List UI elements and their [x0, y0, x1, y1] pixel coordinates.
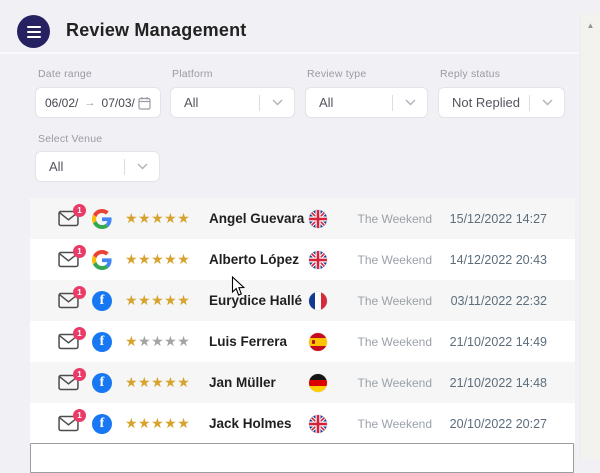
app-header: Review Management	[0, 0, 578, 54]
vertical-scrollbar[interactable]: ▲	[580, 14, 600, 459]
reviewer-name: Eurydice Hallé	[209, 293, 303, 308]
chevron-down-icon	[530, 99, 564, 106]
google-icon	[92, 249, 112, 270]
venue-label: The Weekend	[357, 375, 433, 390]
platform-label: Platform	[172, 68, 213, 80]
review-type-value: All	[319, 95, 334, 110]
star-rating: ★★★★★	[125, 374, 191, 390]
united-kingdom-flag	[309, 414, 327, 433]
reviewer-name: Angel Guevara	[209, 211, 305, 226]
reviewer-name: Jack Holmes	[209, 416, 292, 431]
unread-envelope-icon[interactable]: 1	[58, 367, 86, 392]
date-range-start: 06/02/	[45, 95, 79, 110]
reviewer-name: Alberto López	[209, 252, 299, 267]
venue-label: The Weekend	[357, 252, 433, 267]
reply-status-select[interactable]: Not Replied	[438, 87, 565, 118]
platform-icon-slot: f	[92, 413, 112, 434]
france-flag	[309, 291, 327, 310]
review-row[interactable]: 1 f ★★★★★ Eurydice Hallé The Weekend 03/…	[30, 280, 575, 321]
platform-value: All	[184, 95, 199, 110]
platform-select[interactable]: All	[170, 87, 295, 118]
venue-label: The Weekend	[357, 211, 433, 226]
venue-select[interactable]: All	[35, 151, 160, 182]
star-rating: ★★★★★	[125, 333, 191, 349]
star-rating: ★★★★★	[125, 251, 191, 267]
platform-icon-slot: f	[92, 290, 112, 311]
venue-label: The Weekend	[357, 293, 433, 308]
date-range-field[interactable]: 06/02/ → 07/03/	[35, 87, 161, 118]
unread-badge: 1	[73, 203, 86, 217]
star-rating: ★★★★★	[125, 292, 191, 308]
unread-envelope-icon[interactable]: 1	[58, 326, 86, 351]
chevron-down-icon	[260, 99, 294, 106]
venue-value: All	[49, 159, 64, 174]
review-row[interactable]: 1 f ★★★★★ Jan Müller The Weekend 21/10/2…	[30, 362, 575, 403]
unread-envelope-icon[interactable]: 1	[58, 203, 86, 228]
venue-label: The Weekend	[357, 416, 433, 431]
unread-envelope-icon[interactable]: 1	[58, 408, 86, 433]
chevron-down-icon	[125, 163, 159, 170]
review-date: 14/12/2022 20:43	[449, 252, 547, 267]
unread-envelope-icon[interactable]: 1	[58, 285, 86, 310]
unread-badge: 1	[73, 408, 86, 422]
next-panel-box	[30, 443, 574, 473]
reviewer-name: Jan Müller	[209, 375, 276, 390]
unread-badge: 1	[73, 244, 86, 258]
page-title: Review Management	[66, 20, 247, 40]
unread-envelope-icon[interactable]: 1	[58, 244, 86, 269]
venue-label: The Weekend	[357, 334, 433, 349]
review-list: 1 ★★★★★ Angel Guevara The Weekend 15/12/…	[30, 198, 575, 444]
platform-icon-slot: f	[92, 331, 112, 352]
platform-icon-slot	[92, 249, 112, 270]
unread-badge: 1	[73, 367, 86, 381]
unread-badge: 1	[73, 285, 86, 299]
scroll-up-arrow-icon[interactable]: ▲	[587, 21, 595, 459]
facebook-icon: f	[92, 290, 112, 311]
review-row[interactable]: 1 f ★★★★★ Jack Holmes The Weekend 20/10/…	[30, 403, 575, 444]
platform-icon-slot	[92, 208, 112, 229]
date-range-end: 07/03/	[101, 95, 135, 110]
united-kingdom-flag	[309, 209, 327, 228]
platform-icon-slot: f	[92, 372, 112, 393]
select-venue-label: Select Venue	[38, 133, 103, 145]
facebook-icon: f	[92, 372, 112, 393]
reply-status-value: Not Replied	[452, 95, 520, 110]
review-row[interactable]: 1 f ★★★★★ Luis Ferrera The Weekend 21/10…	[30, 321, 575, 362]
date-range-label: Date range	[38, 68, 92, 80]
united-kingdom-flag	[309, 250, 327, 269]
review-date: 21/10/2022 14:48	[449, 375, 547, 390]
review-date: 03/11/2022 22:32	[450, 293, 547, 308]
review-type-select[interactable]: All	[305, 87, 428, 118]
review-row[interactable]: 1 ★★★★★ Angel Guevara The Weekend 15/12/…	[30, 198, 575, 239]
unread-badge: 1	[73, 326, 86, 340]
facebook-icon: f	[92, 413, 112, 434]
chevron-down-icon	[393, 99, 427, 106]
review-date: 15/12/2022 14:27	[449, 211, 547, 226]
spain-flag	[309, 332, 327, 351]
reviewer-name: Luis Ferrera	[209, 334, 288, 349]
star-rating: ★★★★★	[125, 210, 191, 226]
reply-status-label: Reply status	[440, 68, 501, 80]
review-date: 21/10/2022 14:49	[449, 334, 547, 349]
calendar-icon	[138, 96, 151, 110]
date-range-arrow-icon: →	[84, 96, 96, 109]
review-row[interactable]: 1 ★★★★★ Alberto López The Weekend 14/12/…	[30, 239, 575, 280]
hamburger-menu-button[interactable]	[17, 15, 50, 48]
germany-flag	[309, 373, 327, 392]
review-type-label: Review type	[307, 68, 367, 80]
review-date: 20/10/2022 20:27	[449, 416, 547, 431]
google-icon	[92, 208, 112, 229]
facebook-icon: f	[92, 331, 112, 352]
star-rating: ★★★★★	[125, 415, 191, 431]
